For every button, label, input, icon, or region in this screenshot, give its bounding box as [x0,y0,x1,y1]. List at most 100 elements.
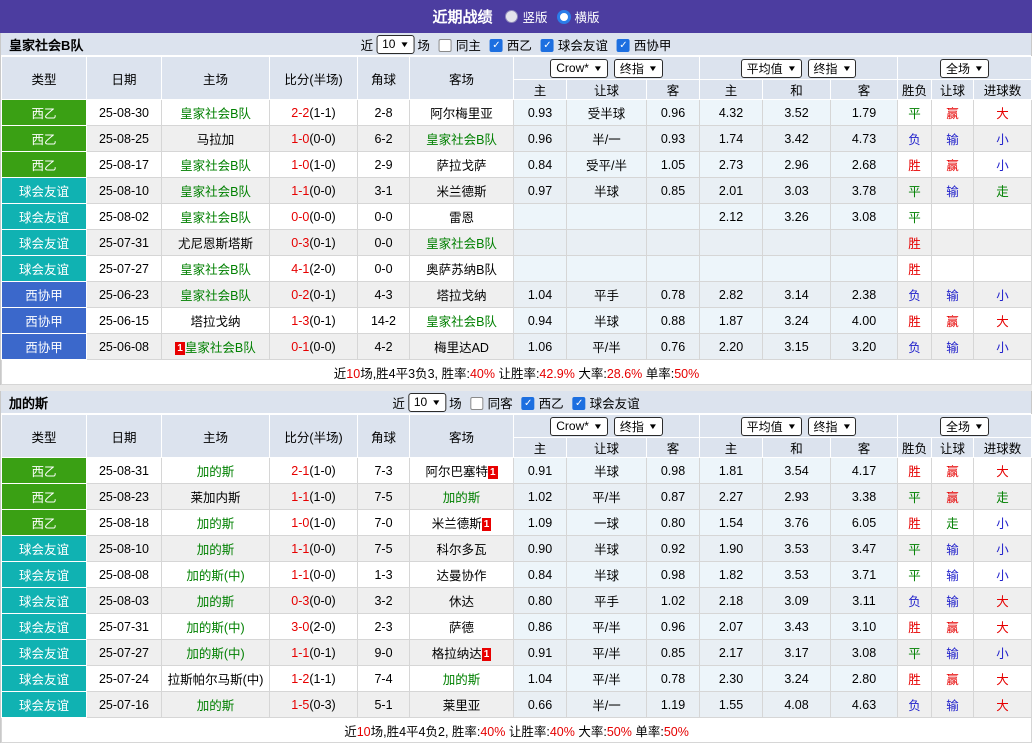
final-odds-select[interactable]: 终指 ▼ [613,416,663,436]
result-cell [931,255,975,282]
match-count-select[interactable]: 10 ▼ [376,34,415,54]
score-cell[interactable]: 1-0(0-0) [269,125,358,152]
handicap-odds-cell [646,255,700,282]
away-team-cell[interactable]: 加的斯 [409,665,514,692]
home-team-cell[interactable]: 1 皇家社会B队 [161,333,270,360]
home-team-cell[interactable]: 莱加内斯 [161,483,270,510]
match-count-select[interactable]: 10 ▼ [407,392,447,412]
odds-source-select[interactable]: Crow* ▼ [550,58,608,78]
away-team-cell[interactable]: 阿尔巴塞特 1 [409,457,514,484]
filter-checkbox-3[interactable]: ✓ [616,38,630,52]
score-cell[interactable]: 1-1(0-0) [269,177,358,204]
filter-checkbox-0[interactable] [470,396,484,410]
summary-segment: 单率: [642,366,675,381]
home-team-cell[interactable]: 加的斯 [161,587,270,614]
score-cell[interactable]: 0-2(0-1) [269,281,358,308]
away-team-cell[interactable]: 梅里达AD [409,333,514,360]
filter-checkbox-2[interactable]: ✓ [572,396,586,410]
summary-row: 近10场,胜4平4负2, 胜率:40% 让胜率:40% 大率:50% 单率:50… [0,717,1032,743]
filter-checkbox-1[interactable]: ✓ [489,38,503,52]
score-cell[interactable]: 1-0(1-0) [269,151,358,178]
filter-checkbox-label: 同客 [487,396,513,411]
away-team-cell[interactable]: 达曼协作 [409,561,514,588]
away-team-cell[interactable]: 皇家社会B队 [409,125,514,152]
full-match-select[interactable]: 全场 ▼ [940,416,989,436]
score-cell[interactable]: 3-0(2-0) [269,613,358,640]
score-cell[interactable]: 1-0(1-0) [269,509,358,536]
table-row: 西协甲 25-06-15 塔拉戈纳 1-3(0-1) 14-2 皇家社会B队 0.94 半球 0… [1,307,1032,334]
away-team-cell[interactable]: 皇家社会B队 [409,307,514,334]
score-cell[interactable]: 2-1(1-0) [269,457,358,484]
score-cell[interactable]: 0-1(0-0) [269,333,358,360]
final-odds-select[interactable]: 终指 ▼ [807,416,857,436]
score-cell[interactable]: 4-1(2-0) [269,255,358,282]
away-team-cell[interactable]: 莱里亚 [409,691,514,718]
score-cell[interactable]: 1-2(1-1) [269,665,358,692]
score-cell[interactable]: 1-1(0-0) [269,561,358,588]
avg-odds-select[interactable]: 平均值 ▼ [740,58,802,78]
home-team-cell[interactable]: 加的斯 [161,691,270,718]
home-team-cell[interactable]: 加的斯(中) [161,561,270,588]
score-cell[interactable]: 0-3(0-1) [269,229,358,256]
home-team-cell[interactable]: 皇家社会B队 [161,255,270,282]
home-team-cell[interactable]: 皇家社会B队 [161,99,270,126]
home-team-cell[interactable]: 皇家社会B队 [161,177,270,204]
filter-checkbox-label: 球会友谊 [557,38,608,53]
score-cell[interactable]: 1-3(0-1) [269,307,358,334]
away-team-cell[interactable]: 萨德 [409,613,514,640]
score-cell[interactable]: 1-1(0-1) [269,639,358,666]
score-cell[interactable]: 0-0(0-0) [269,203,358,230]
table-row: 西协甲 25-06-08 1 皇家社会B队 0-1(0-0) 4-2 梅里达AD 1.06 平/… [1,333,1032,360]
horizontal-layout-radio[interactable] [556,9,571,24]
away-team-cell[interactable]: 休达 [409,587,514,614]
away-team-cell[interactable]: 皇家社会B队 [409,229,514,256]
home-team-cell[interactable]: 塔拉戈纳 [161,307,270,334]
date-cell: 25-07-24 [86,665,162,692]
home-team-cell[interactable]: 加的斯 [161,535,270,562]
score-cell[interactable]: 1-5(0-3) [269,691,358,718]
vertical-layout-radio[interactable] [505,10,519,23]
home-team-name: 皇家社会B队 [180,185,251,199]
away-team-cell[interactable]: 萨拉戈萨 [409,151,514,178]
score-cell[interactable]: 2-2(1-1) [269,99,358,126]
away-team-cell[interactable]: 加的斯 [409,483,514,510]
home-team-cell[interactable]: 皇家社会B队 [161,203,270,230]
home-team-cell[interactable]: 尤尼恩斯塔斯 [161,229,270,256]
away-team-cell[interactable]: 塔拉戈纳 [409,281,514,308]
home-team-cell[interactable]: 加的斯(中) [161,613,270,640]
away-team-name: 科尔多瓦 [436,543,487,557]
odds-source-select[interactable]: Crow* ▼ [550,416,608,436]
final-odds-select[interactable]: 终指 ▼ [613,58,663,78]
home-team-cell[interactable]: 加的斯(中) [161,639,270,666]
home-team-cell[interactable]: 拉斯帕尔马斯(中) [161,665,270,692]
score-cell[interactable]: 1-1(0-0) [269,535,358,562]
away-team-name: 米兰德斯 [431,517,482,531]
corners-cell: 4-2 [357,333,410,360]
away-team-cell[interactable]: 奥萨苏纳B队 [409,255,514,282]
score-cell[interactable]: 0-3(0-0) [269,587,358,614]
away-team-cell[interactable]: 阿尔梅里亚 [409,99,514,126]
corners-cell: 2-8 [357,99,410,126]
final-odds-select[interactable]: 终指 ▼ [807,58,857,78]
corners-cell: 0-0 [357,229,410,256]
column-header: 主场 [161,56,270,100]
away-team-cell[interactable]: 科尔多瓦 [409,535,514,562]
away-team-cell[interactable]: 米兰德斯 1 [409,509,514,536]
half-time-score: (1-0) [309,515,336,530]
home-team-cell[interactable]: 马拉加 [161,125,270,152]
home-team-cell[interactable]: 加的斯 [161,457,270,484]
avg-odds-select[interactable]: 平均值 ▼ [740,416,802,436]
away-team-cell[interactable]: 格拉纳达 1 [409,639,514,666]
filter-checkbox-0[interactable] [438,38,452,52]
filter-checkbox-2[interactable]: ✓ [540,38,554,52]
away-team-cell[interactable]: 米兰德斯 [409,177,514,204]
filter-checkbox-1[interactable]: ✓ [521,396,535,410]
away-team-cell[interactable]: 雷恩 [409,203,514,230]
home-team-cell[interactable]: 皇家社会B队 [161,281,270,308]
corners-cell: 0-0 [357,255,410,282]
home-team-cell[interactable]: 皇家社会B队 [161,151,270,178]
home-team-cell[interactable]: 加的斯 [161,509,270,536]
sub-column-header: 客 [829,437,899,458]
score-cell[interactable]: 1-1(1-0) [269,483,358,510]
full-match-select[interactable]: 全场 ▼ [940,58,989,78]
